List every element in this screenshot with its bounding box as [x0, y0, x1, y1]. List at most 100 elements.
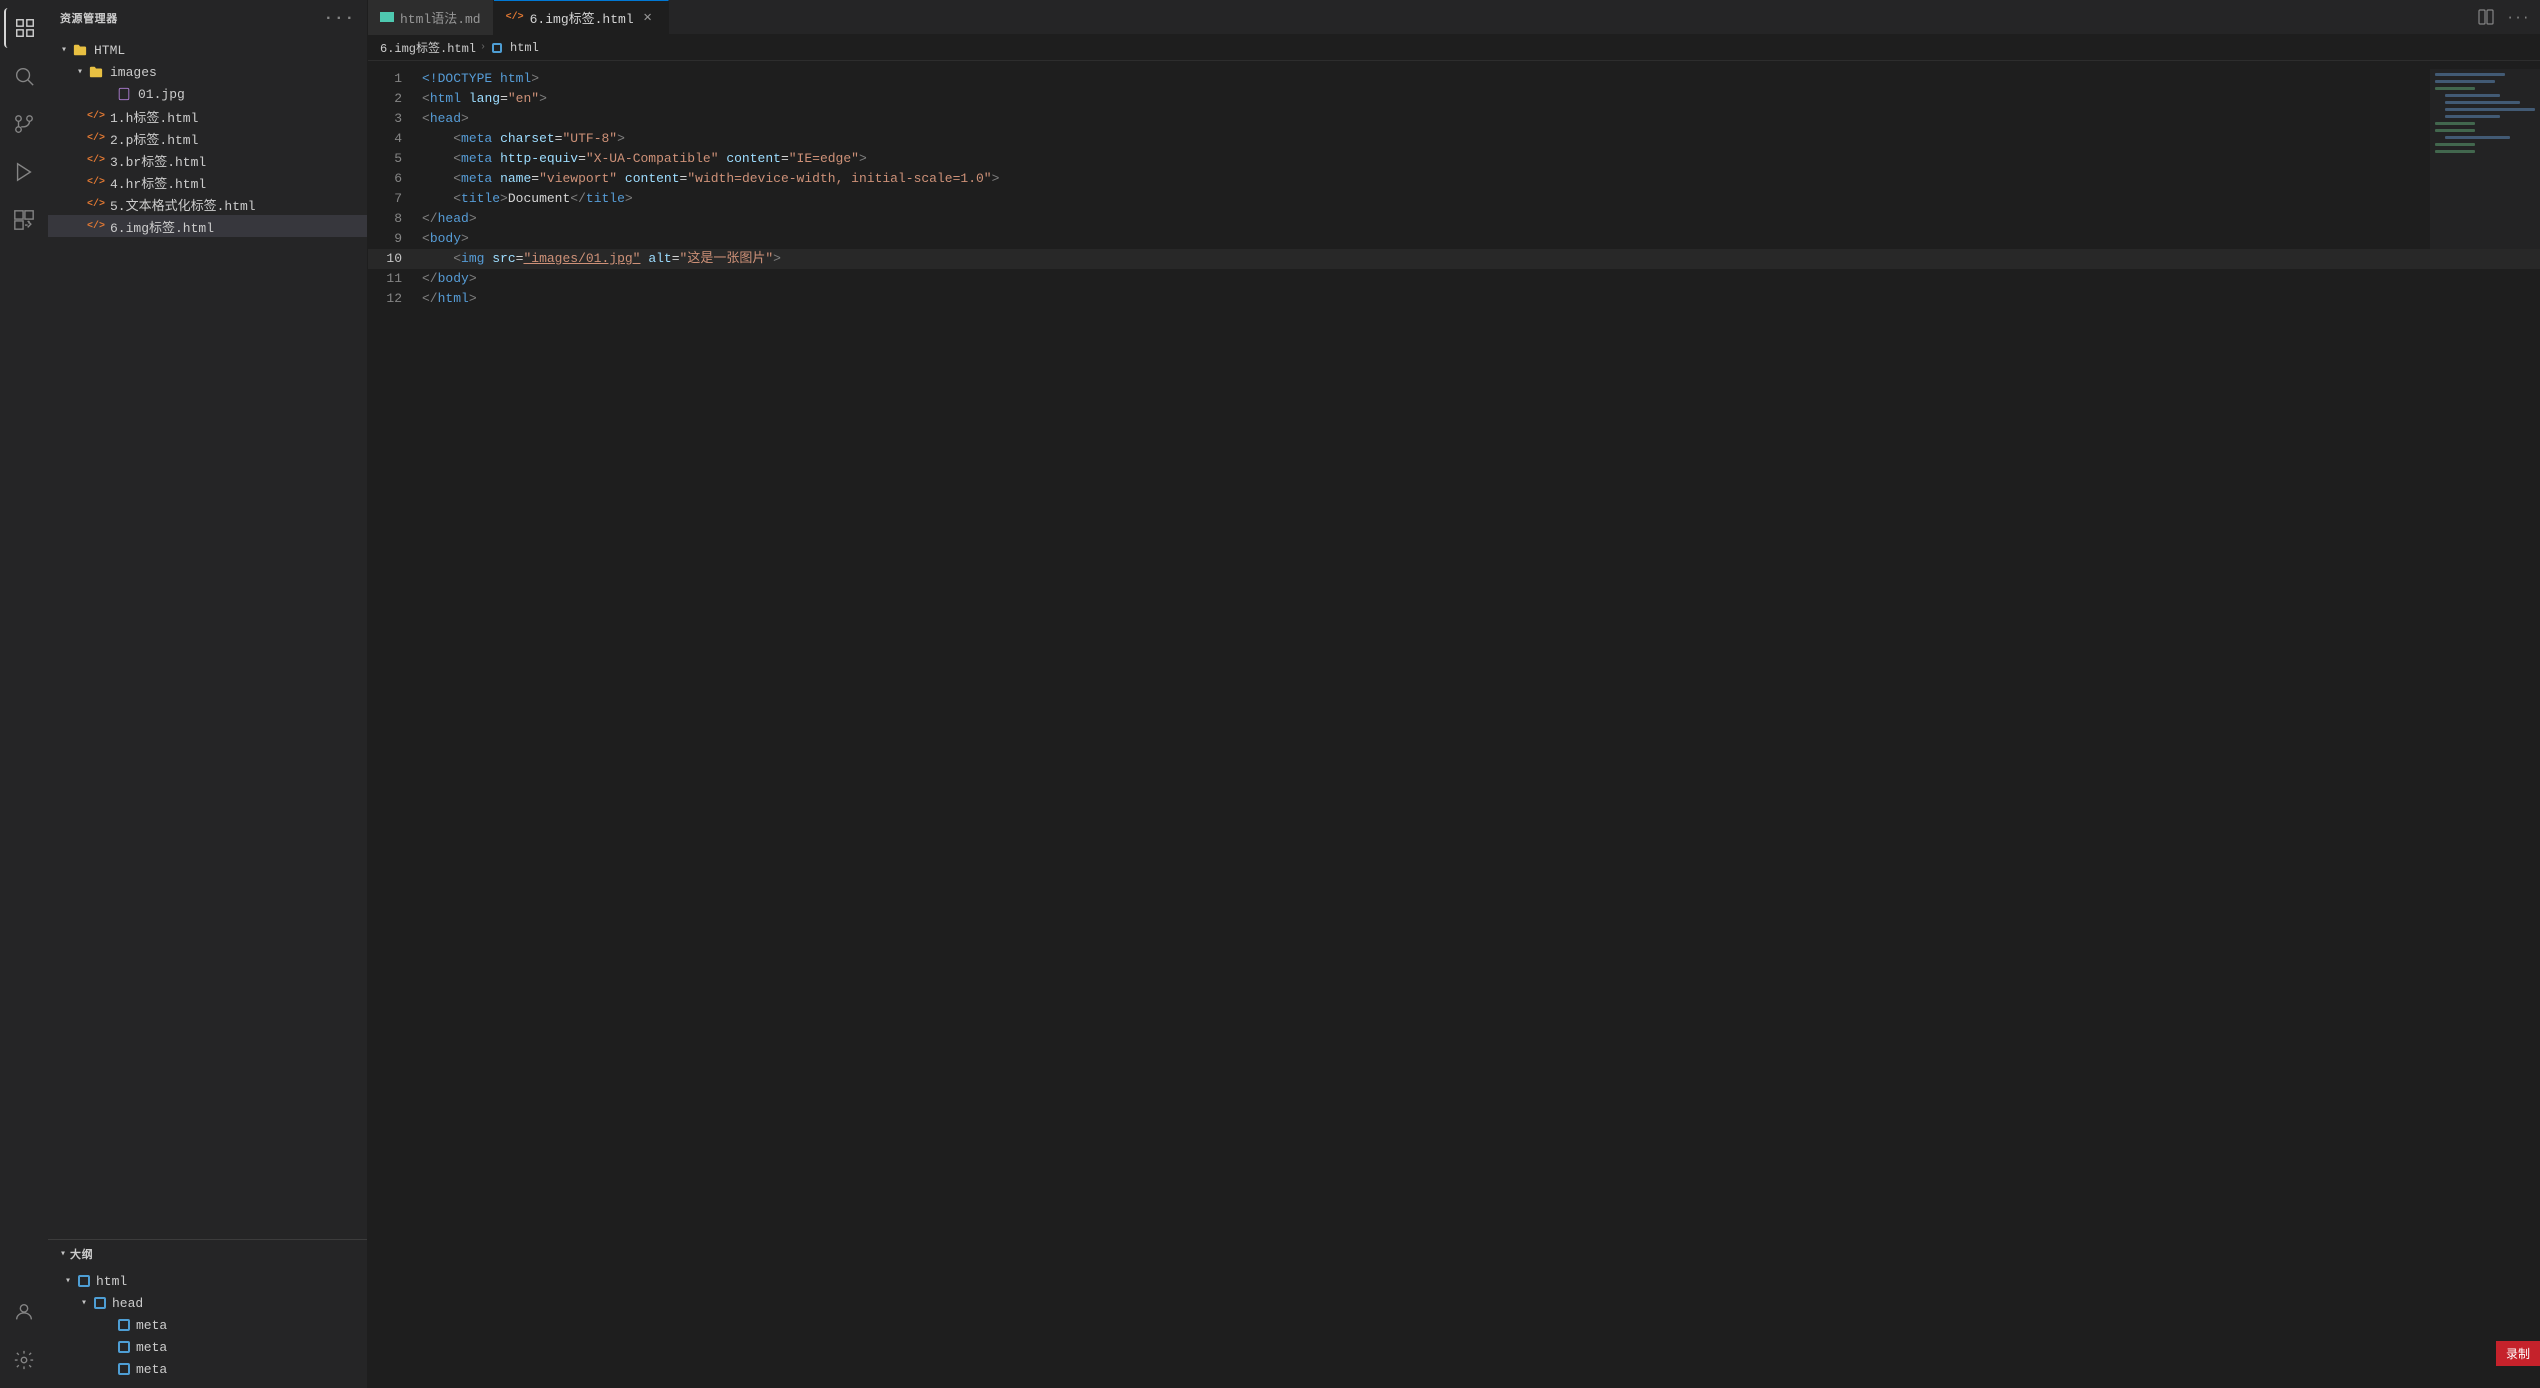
sidebar-more-button[interactable]: ···	[324, 9, 355, 27]
outline-collapse-arrow: ▾	[60, 1248, 66, 1260]
tree-item-01jpg[interactable]: 01.jpg	[48, 83, 367, 105]
more-actions-button[interactable]: ···	[2504, 3, 2532, 31]
html-file-icon: </>	[88, 152, 104, 168]
breadcrumb-separator: ›	[480, 42, 486, 53]
line-number: 3	[368, 109, 418, 129]
code-line-11: 11 </body>	[368, 269, 2540, 289]
line-number: 4	[368, 129, 418, 149]
explorer-icon[interactable]	[4, 8, 44, 48]
tree-item-1h[interactable]: </> 1.h标签.html	[48, 105, 367, 127]
code-line-2: 2 <html lang="en">	[368, 89, 2540, 109]
no-arrow	[100, 1317, 116, 1333]
no-arrow	[72, 218, 88, 234]
no-arrow	[72, 152, 88, 168]
source-control-icon[interactable]	[4, 104, 44, 144]
symbol-icon	[92, 1295, 108, 1311]
folder-icon	[88, 64, 104, 80]
no-arrow	[72, 196, 88, 212]
breadcrumb: 6.img标签.html › html	[368, 35, 2540, 61]
outline-item-meta-2[interactable]: meta	[48, 1336, 367, 1358]
record-button[interactable]: 录制	[2496, 1341, 2540, 1366]
expand-arrow: ▾	[76, 1295, 92, 1311]
code-content: </html>	[418, 289, 2540, 309]
tab-label: html语法.md	[400, 8, 481, 27]
extensions-icon[interactable]	[4, 200, 44, 240]
code-content: </head>	[418, 209, 2540, 229]
code-line-10: 10 <img src="images/01.jpg" alt="这是一张图片"…	[368, 249, 2540, 269]
tree-item-label: HTML	[94, 43, 125, 58]
line-number: 5	[368, 149, 418, 169]
tree-item-2p[interactable]: </> 2.p标签.html	[48, 127, 367, 149]
tab-bar: html语法.md </> 6.img标签.html ✕ ···	[368, 0, 2540, 35]
outline-item-html[interactable]: ▾ html	[48, 1270, 367, 1292]
run-debug-icon[interactable]	[4, 152, 44, 192]
no-arrow	[100, 1361, 116, 1377]
code-content: <meta name="viewport" content="width=dev…	[418, 169, 2540, 189]
html-file-icon: </>	[88, 218, 104, 234]
code-content: <title>Document</title>	[418, 189, 2540, 209]
code-content: <!DOCTYPE html>	[418, 69, 2540, 89]
image-file-icon	[116, 86, 132, 102]
tree-item-3br[interactable]: </> 3.br标签.html	[48, 149, 367, 171]
tree-item-6img[interactable]: </> 6.img标签.html	[48, 215, 367, 237]
breadcrumb-symbol[interactable]: html	[510, 41, 539, 55]
sidebar-header: 资源管理器 ···	[48, 0, 367, 35]
code-line-1: 1 <!DOCTYPE html>	[368, 69, 2540, 89]
code-editor[interactable]: 1 <!DOCTYPE html> 2 <html lang="en"> 3 <…	[368, 61, 2540, 1388]
account-icon[interactable]	[4, 1292, 44, 1332]
outline-label: meta	[136, 1318, 167, 1333]
tab-6img[interactable]: </> 6.img标签.html ✕	[494, 0, 669, 35]
editor-area: html语法.md </> 6.img标签.html ✕ ··· 6.img标签…	[368, 0, 2540, 1388]
code-content: <meta http-equiv="X-UA-Compatible" conte…	[418, 149, 2540, 169]
tab-close-button[interactable]: ✕	[640, 10, 656, 26]
minimap-canvas	[2430, 69, 2540, 249]
sidebar: 资源管理器 ··· ▾ HTML ▾ images 01.jpg	[48, 0, 368, 1388]
tree-item-label: 5.文本格式化标签.html	[110, 195, 256, 214]
line-number: 12	[368, 289, 418, 309]
code-content: <img src="images/01.jpg" alt="这是一张图片">	[418, 249, 2540, 269]
code-content: <head>	[418, 109, 2540, 129]
symbol-icon	[116, 1339, 132, 1355]
line-number: 2	[368, 89, 418, 109]
tree-item-5text[interactable]: </> 5.文本格式化标签.html	[48, 193, 367, 215]
breadcrumb-file[interactable]: 6.img标签.html	[380, 39, 476, 56]
symbol-icon	[116, 1317, 132, 1333]
code-line-8: 8 </head>	[368, 209, 2540, 229]
symbol-breadcrumb-icon	[490, 41, 504, 55]
outline-item-meta-3[interactable]: meta	[48, 1358, 367, 1380]
outline-tree: ▾ html ▾ head meta meta	[48, 1268, 367, 1388]
outline-label: head	[112, 1296, 143, 1311]
tree-item-label: 01.jpg	[138, 87, 185, 102]
file-tree: ▾ HTML ▾ images 01.jpg </> 1.h标签.	[48, 35, 367, 1239]
expand-arrow: ▾	[60, 1273, 76, 1289]
code-line-6: 6 <meta name="viewport" content="width=d…	[368, 169, 2540, 189]
outline-item-meta-1[interactable]: meta	[48, 1314, 367, 1336]
html-file-icon: </>	[88, 108, 104, 124]
activity-bar	[0, 0, 48, 1388]
outline-section: ▾ 大纲 ▾ html ▾ head meta	[48, 1239, 367, 1388]
tree-item-label: 2.p标签.html	[110, 129, 198, 148]
no-arrow	[100, 86, 116, 102]
minimap	[2430, 69, 2540, 249]
tab-icon	[380, 12, 394, 22]
folder-icon	[72, 42, 88, 58]
code-content: <meta charset="UTF-8">	[418, 129, 2540, 149]
tab-html-syntax[interactable]: html语法.md	[368, 0, 494, 35]
line-number: 9	[368, 229, 418, 249]
line-number: 8	[368, 209, 418, 229]
settings-icon[interactable]	[4, 1340, 44, 1380]
code-content: </body>	[418, 269, 2540, 289]
tree-item-images-folder[interactable]: ▾ images	[48, 61, 367, 83]
split-editor-button[interactable]	[2472, 3, 2500, 31]
outline-item-head[interactable]: ▾ head	[48, 1292, 367, 1314]
tree-item-4hr[interactable]: </> 4.hr标签.html	[48, 171, 367, 193]
outline-header[interactable]: ▾ 大纲	[48, 1240, 367, 1268]
line-number: 6	[368, 169, 418, 189]
line-number: 7	[368, 189, 418, 209]
tab-label: 6.img标签.html	[530, 8, 634, 27]
tree-item-html-root[interactable]: ▾ HTML	[48, 39, 367, 61]
search-icon[interactable]	[4, 56, 44, 96]
no-arrow	[72, 108, 88, 124]
code-line-12: 12 </html>	[368, 289, 2540, 309]
code-line-3: 3 <head>	[368, 109, 2540, 129]
